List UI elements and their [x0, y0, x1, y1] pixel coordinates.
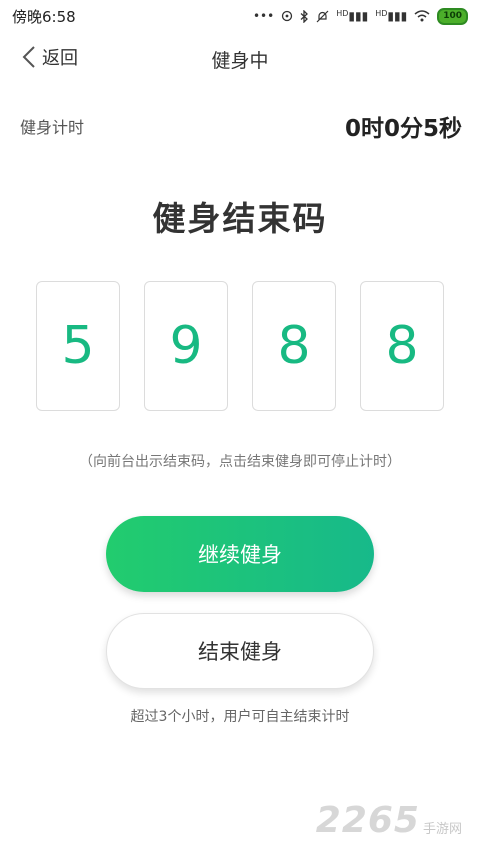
code-digit-3: 8	[252, 281, 336, 411]
hd-label-1: HD	[336, 9, 349, 18]
bluetooth-icon	[300, 9, 309, 23]
end-workout-button[interactable]: 结束健身	[106, 613, 374, 689]
status-time: 傍晚6:58	[12, 7, 76, 26]
battery-icon: 100	[437, 7, 468, 25]
hotspot-icon	[282, 10, 293, 22]
signal-1-icon: HD▮▮▮	[336, 9, 369, 23]
code-digit-1: 5	[36, 281, 120, 411]
continue-workout-button[interactable]: 继续健身	[106, 516, 374, 592]
watermark-number: 2265	[315, 800, 420, 841]
end-workout-label: 结束健身	[198, 640, 282, 664]
code-digit-2: 9	[144, 281, 228, 411]
timer-value: 0时0分5秒	[344, 116, 462, 142]
timer-label: 健身计时	[20, 118, 85, 137]
status-bar: 傍晚6:58 ••• HD▮▮▮ HD▮▮▮ 100	[0, 0, 480, 32]
status-icons: ••• HD▮▮▮ HD▮▮▮ 100	[252, 7, 468, 25]
nav-bar: 返回 健身中	[0, 36, 480, 80]
more-dots-icon: •••	[252, 9, 275, 23]
timer-row: 健身计时 0时0分5秒	[20, 108, 462, 144]
continue-workout-label: 继续健身	[198, 543, 282, 567]
end-code-title: 健身结束码	[152, 199, 328, 238]
wifi-icon	[414, 10, 430, 22]
watermark-logo: 2265 手游网	[316, 800, 462, 841]
end-code-boxes: 5 9 8 8	[36, 281, 444, 411]
code-digit-4: 8	[360, 281, 444, 411]
signal-2-icon: HD▮▮▮	[375, 9, 408, 23]
mute-bell-icon	[316, 10, 329, 22]
page-title: 健身中	[211, 50, 269, 72]
hint-text: （向前台出示结束码，点击结束健身即可停止计时）	[79, 454, 401, 470]
hd-label-2: HD	[375, 9, 388, 18]
watermark-site: 手游网	[422, 822, 462, 837]
auto-end-note: 超过3个小时，用户可自主结束计时	[130, 709, 350, 725]
